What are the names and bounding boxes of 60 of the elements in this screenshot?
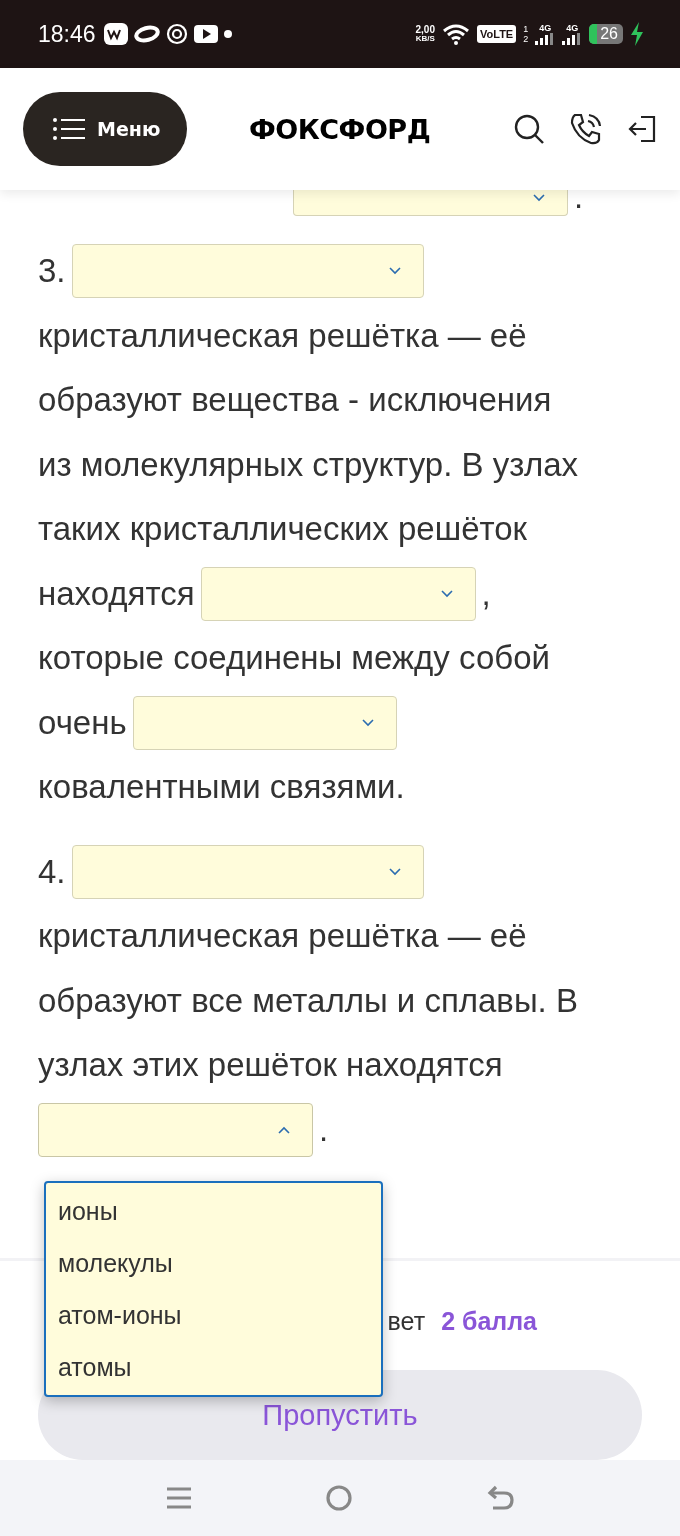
volte-badge: VoLTE bbox=[477, 25, 517, 43]
battery-fill bbox=[589, 24, 598, 44]
question-text: 3. bbox=[38, 252, 66, 291]
clock-time: 18:46 bbox=[38, 20, 96, 48]
back-icon[interactable] bbox=[485, 1485, 514, 1511]
question-text: очень bbox=[38, 703, 127, 742]
question-text: находятся bbox=[38, 574, 195, 613]
chevron-down-icon bbox=[388, 267, 401, 276]
logout-icon[interactable] bbox=[627, 114, 657, 144]
question-text: кристаллическая решётка — её bbox=[38, 316, 527, 355]
dropdown-field[interactable] bbox=[293, 190, 568, 216]
network-type: 4G bbox=[566, 23, 579, 33]
question-text: из молекулярных структур. В узлах bbox=[38, 445, 579, 484]
question-text: образуют вещества - исключения bbox=[38, 381, 552, 420]
question-text: . bbox=[319, 1110, 329, 1149]
wifi-icon bbox=[442, 23, 470, 45]
chevron-up-icon bbox=[278, 1125, 290, 1134]
question-text: таких кристаллических решёток bbox=[38, 510, 528, 549]
question-text: . bbox=[574, 178, 584, 216]
sim-number: 1 bbox=[523, 24, 529, 34]
speed-unit: KB/S bbox=[415, 34, 435, 43]
dropdown-field[interactable] bbox=[132, 695, 397, 750]
dropdown-option[interactable]: ионы bbox=[46, 1184, 381, 1237]
question-text: образуют все металлы и сплавы. В bbox=[38, 981, 578, 1020]
network-type: 4G bbox=[539, 23, 552, 33]
dropdown-field[interactable] bbox=[71, 844, 424, 899]
logo[interactable]: ФОКСФОРД bbox=[249, 113, 431, 145]
dropdown-field[interactable] bbox=[71, 244, 424, 299]
score-points: 2 балла bbox=[441, 1306, 537, 1336]
question-text: ковалентными связями. bbox=[38, 768, 405, 807]
question-text: , bbox=[481, 574, 491, 613]
home-icon[interactable] bbox=[325, 1484, 353, 1512]
question-text: которые соединены между собой bbox=[38, 639, 550, 678]
score-text: вет bbox=[387, 1306, 426, 1336]
dot-icon bbox=[223, 30, 232, 38]
app-icon bbox=[103, 23, 128, 45]
sim-number: 2 bbox=[523, 34, 529, 44]
battery-level: 26 bbox=[599, 25, 619, 43]
signal-icon bbox=[535, 33, 556, 45]
chevron-down-icon bbox=[361, 718, 374, 727]
question-text: узлах этих решёток находятся bbox=[38, 1046, 503, 1085]
menu-button[interactable]: Меню bbox=[23, 92, 187, 166]
menu-icon[interactable] bbox=[166, 1486, 193, 1510]
dropdown-field[interactable] bbox=[38, 1102, 313, 1157]
question-text: 4. bbox=[38, 852, 66, 891]
network-speed: 2,00 bbox=[415, 25, 435, 34]
question-text: кристаллическая решётка — её bbox=[38, 917, 527, 956]
dropdown-option[interactable]: атом-ионы bbox=[46, 1288, 381, 1341]
phone-icon[interactable] bbox=[569, 112, 603, 146]
charging-icon bbox=[630, 22, 644, 46]
menu-icon bbox=[53, 118, 85, 140]
chevron-down-icon bbox=[440, 589, 453, 598]
search-icon[interactable] bbox=[513, 113, 545, 145]
signal-icon bbox=[562, 33, 583, 45]
dropdown-field[interactable] bbox=[200, 566, 476, 621]
dropdown-option[interactable]: молекулы bbox=[46, 1236, 381, 1289]
chevron-down-icon bbox=[388, 867, 401, 876]
chevron-down-icon bbox=[533, 194, 545, 202]
ring-icon bbox=[133, 25, 160, 43]
play-icon bbox=[193, 25, 218, 43]
